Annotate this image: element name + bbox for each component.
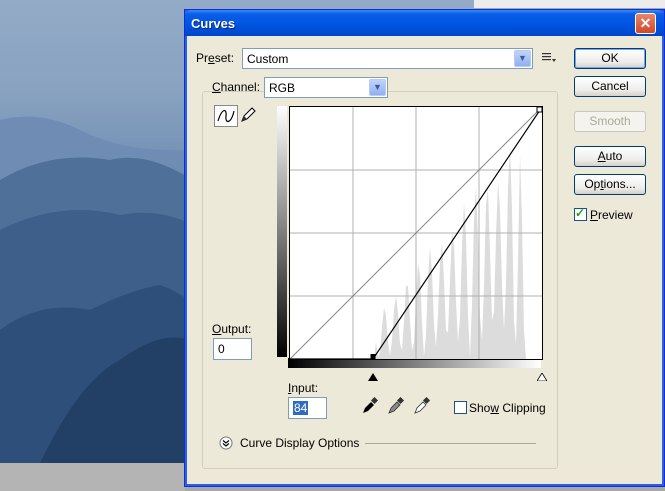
- canvas-edge: [474, 0, 665, 8]
- channel-value: RGB: [269, 81, 296, 95]
- black-input-slider[interactable]: [368, 370, 378, 384]
- black-point-handle[interactable]: [370, 354, 376, 359]
- white-point-handle[interactable]: [536, 106, 543, 113]
- curves-canvas[interactable]: [289, 106, 543, 360]
- pencil-icon: [241, 107, 256, 122]
- options-button[interactable]: Options...: [574, 174, 646, 195]
- curve-icon: [217, 110, 235, 122]
- cancel-button[interactable]: Cancel: [574, 76, 646, 97]
- workspace-background: [0, 463, 185, 491]
- output-label: Output:: [212, 322, 252, 336]
- dialog-body: Preset: Custom ▼ Channel: RGB ▼ Output: …: [188, 36, 661, 483]
- auto-button[interactable]: Auto: [574, 146, 646, 167]
- smooth-button[interactable]: Smooth: [574, 111, 646, 132]
- chevron-down-circle-icon[interactable]: [219, 436, 233, 450]
- preview-checkbox[interactable]: [574, 206, 587, 221]
- preset-value: Custom: [247, 52, 289, 66]
- chevron-down-icon[interactable]: ▼: [369, 79, 386, 96]
- show-clipping-checkbox[interactable]: [454, 401, 467, 414]
- input-label: Input:: [288, 381, 319, 395]
- output-value: 0: [218, 342, 225, 356]
- curve-display-options-label[interactable]: Curve Display Options: [240, 436, 359, 450]
- close-button[interactable]: ✕: [635, 13, 656, 34]
- curves-graph[interactable]: [289, 106, 543, 360]
- divider: [365, 443, 536, 444]
- pencil-tool-button[interactable]: [239, 106, 257, 124]
- title-bar[interactable]: Curves ✕: [185, 10, 664, 36]
- dialog-title: Curves: [191, 16, 236, 31]
- curves-dialog: Curves ✕ Preset: Custom ▼ Channel: RGB ▼…: [184, 9, 665, 487]
- curve-tool-button[interactable]: [214, 105, 238, 127]
- show-clipping-label[interactable]: Show Clipping: [469, 401, 546, 415]
- white-input-slider[interactable]: [536, 370, 548, 384]
- close-icon: ✕: [639, 15, 652, 31]
- input-value: 84: [293, 401, 309, 415]
- list-menu-icon[interactable]: [541, 50, 557, 64]
- preview-label[interactable]: Preview: [590, 208, 633, 222]
- input-field[interactable]: 84: [288, 397, 327, 419]
- black-eyedropper-icon[interactable]: [361, 396, 379, 415]
- ok-button[interactable]: OK: [574, 48, 646, 69]
- preset-select[interactable]: Custom ▼: [242, 48, 533, 69]
- preset-label: Preset:: [196, 51, 235, 65]
- channel-label: Channel:: [212, 80, 261, 94]
- channel-select[interactable]: RGB ▼: [264, 77, 388, 98]
- gray-eyedropper-icon[interactable]: [387, 396, 405, 415]
- white-eyedropper-icon[interactable]: [413, 396, 431, 415]
- output-field[interactable]: 0: [213, 338, 252, 360]
- output-gradient-bar: [277, 106, 287, 357]
- chevron-down-icon[interactable]: ▼: [514, 50, 531, 67]
